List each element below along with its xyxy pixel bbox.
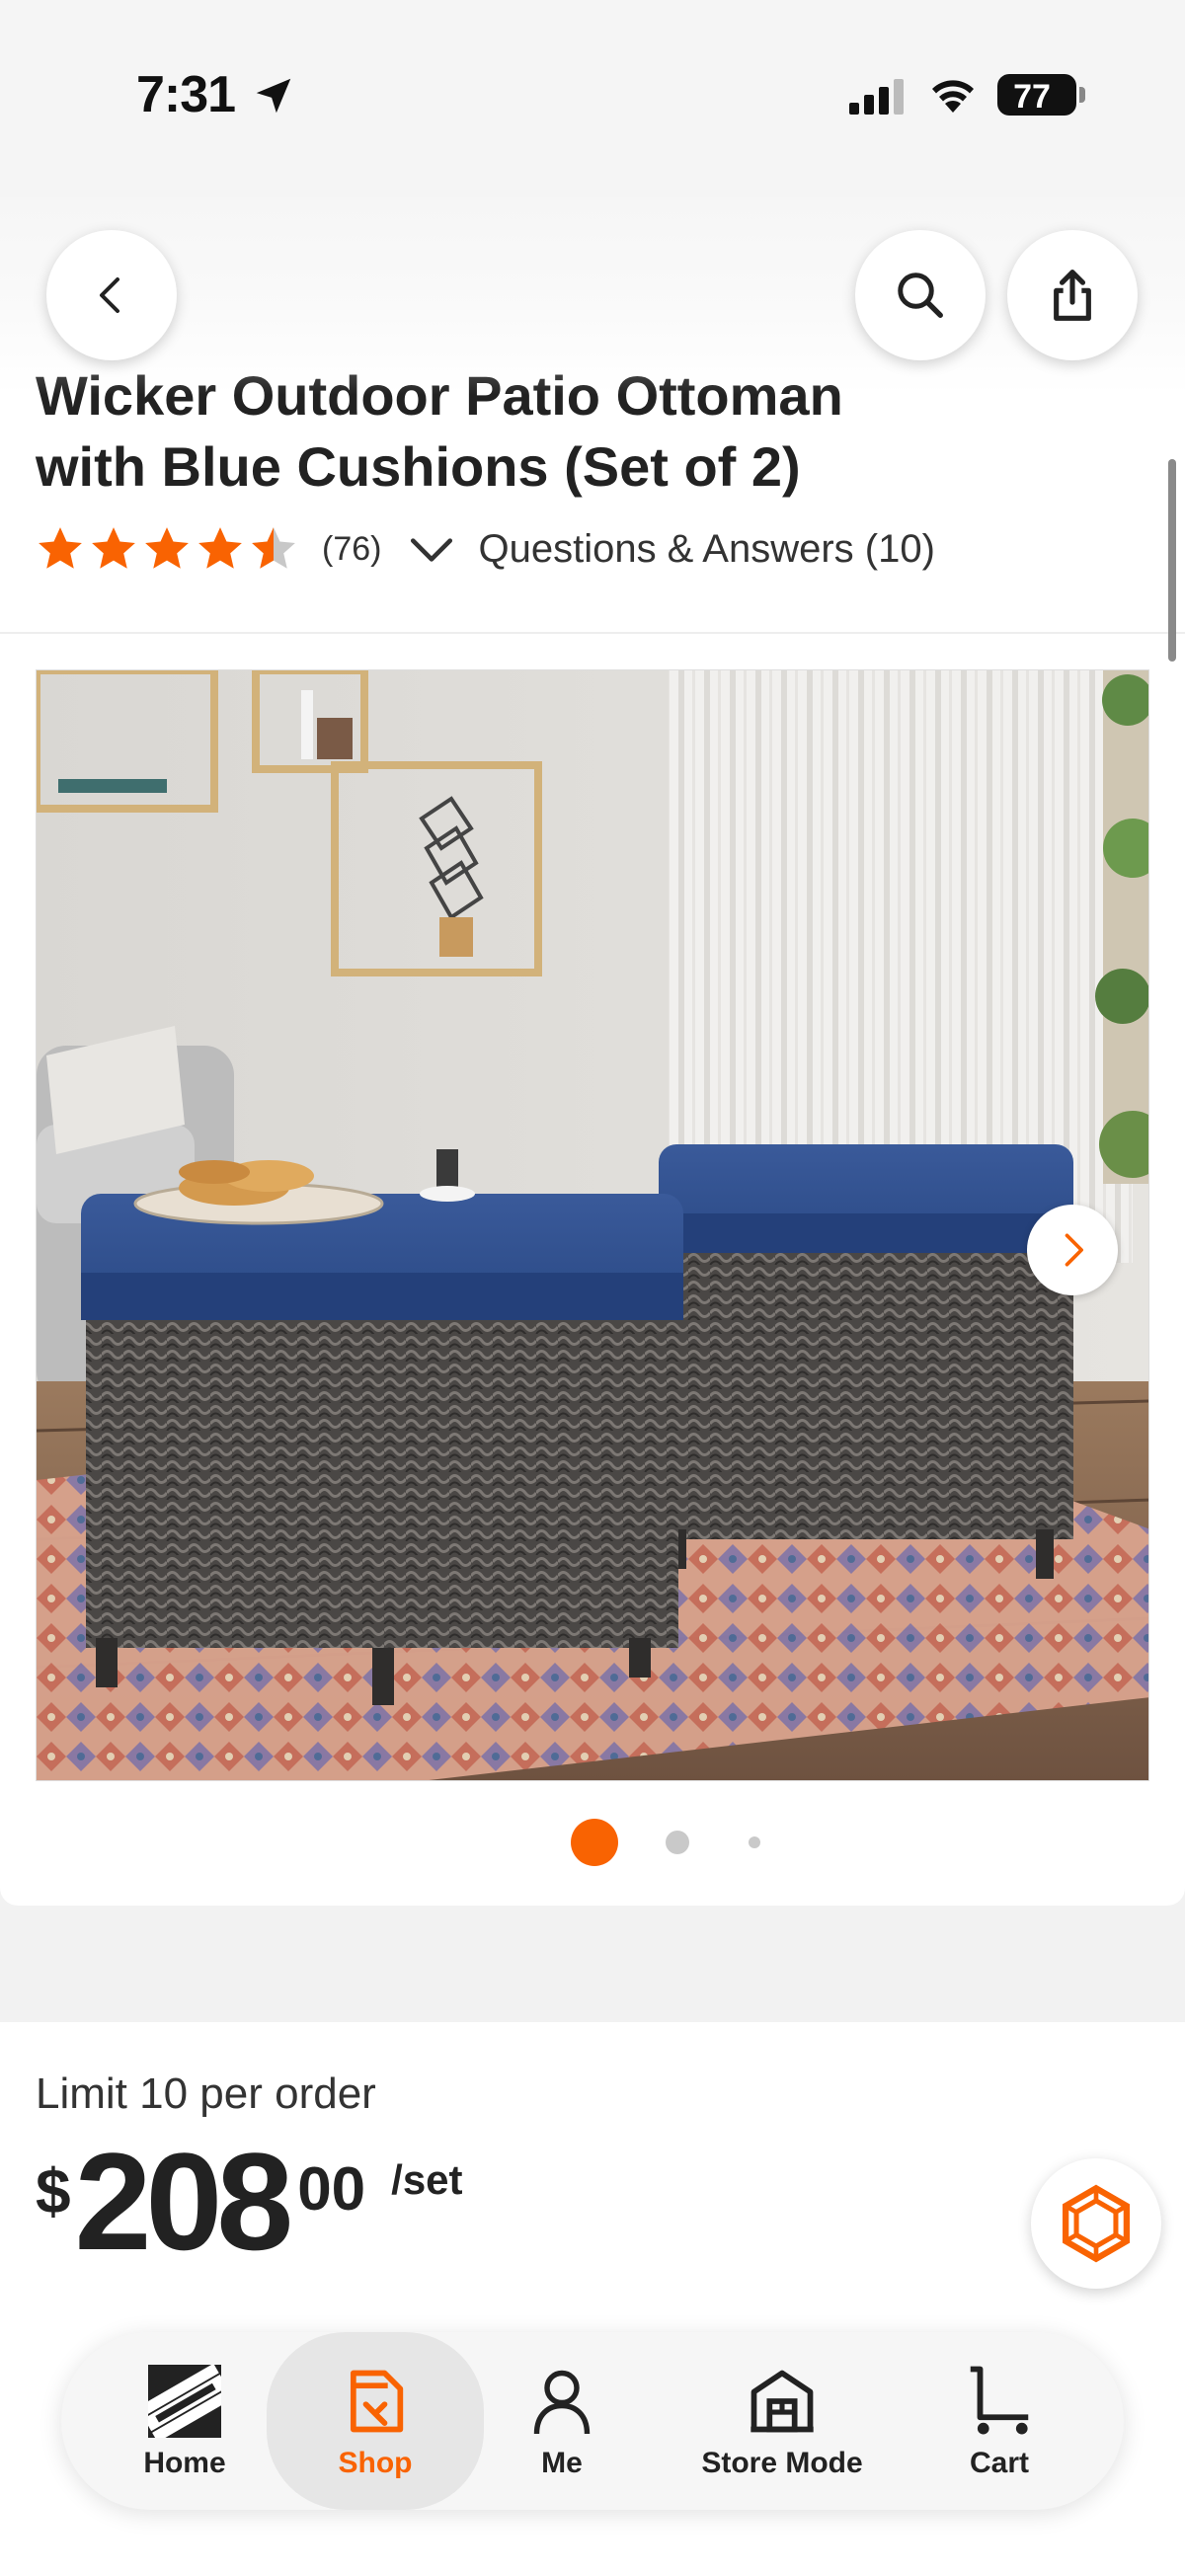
price: $ 208 00 /set: [36, 2133, 463, 2271]
shop-tag-icon: [336, 2362, 415, 2441]
price-dollars: 208: [74, 2124, 294, 2279]
share-icon: [1054, 270, 1091, 321]
chevron-left-icon: [100, 277, 119, 313]
assistant-hexagon-icon: [1062, 2184, 1131, 2263]
back-button[interactable]: [46, 230, 177, 360]
star-full-icon: [198, 527, 242, 569]
search-icon: [898, 273, 943, 318]
gallery-pagination: [0, 1815, 1185, 1870]
wifi-icon: [932, 80, 974, 113]
price-cents: 00: [297, 2155, 366, 2224]
bottom-nav: Home Shop Me Store Mode Cart: [61, 2332, 1124, 2510]
product-title-line2: with Blue Cushions (Set of 2): [36, 435, 801, 498]
status-bar: 7:31 77: [0, 0, 1185, 197]
share-button[interactable]: [1007, 230, 1138, 360]
battery-cap: [1079, 87, 1085, 103]
nav-home[interactable]: Home: [101, 2332, 269, 2510]
questions-answers-link[interactable]: Questions & Answers (10): [478, 527, 934, 572]
product-photo: [37, 670, 1148, 1780]
product-image-gallery[interactable]: [36, 669, 1149, 1781]
battery-icon: 77: [997, 74, 1076, 116]
scroll-indicator[interactable]: [1168, 459, 1176, 662]
rating-count: (76): [322, 529, 382, 568]
gallery-dot[interactable]: [749, 1836, 760, 1848]
nav-store-mode-label: Store Mode: [701, 2447, 863, 2479]
home-depot-logo-icon: [145, 2362, 224, 2441]
chevron-right-icon: [1065, 1233, 1083, 1267]
person-icon: [522, 2362, 601, 2441]
nav-home-label: Home: [143, 2447, 226, 2479]
nav-me[interactable]: Me: [488, 2332, 636, 2510]
nav-store-mode[interactable]: Store Mode: [664, 2332, 901, 2510]
rating-row[interactable]: (76) Questions & Answers (10): [36, 519, 935, 579]
star-full-icon: [145, 527, 189, 569]
nav-shop[interactable]: Shop: [267, 2332, 484, 2510]
nav-cart-label: Cart: [969, 2447, 1029, 2479]
star-full-icon: [92, 527, 135, 569]
nav-shop-label: Shop: [338, 2447, 413, 2479]
assistant-button[interactable]: [1031, 2158, 1161, 2289]
star-rating: [36, 524, 298, 574]
nav-cart[interactable]: Cart: [920, 2332, 1078, 2510]
chevron-down-icon[interactable]: [407, 524, 456, 574]
price-unit: /set: [391, 2156, 463, 2203]
search-button[interactable]: [855, 230, 986, 360]
status-time: 7:31: [136, 66, 236, 123]
gallery-dot[interactable]: [666, 1831, 689, 1854]
battery-level: 77: [1013, 78, 1051, 116]
star-full-icon: [39, 527, 82, 569]
star-half-icon: [252, 527, 295, 569]
store-icon: [743, 2362, 822, 2441]
divider: [0, 632, 1185, 634]
gallery-next-button[interactable]: [1027, 1205, 1118, 1295]
price-currency: $: [36, 2155, 71, 2226]
nav-me-label: Me: [541, 2447, 583, 2479]
order-limit: Limit 10 per order: [36, 2069, 376, 2118]
gallery-dot-active[interactable]: [571, 1819, 618, 1866]
product-card: Wicker Outdoor Patio Ottoman with Blue C…: [0, 197, 1185, 1906]
location-arrow-icon: [256, 78, 291, 114]
cellular-signal-icon: [849, 79, 904, 115]
cart-icon: [960, 2362, 1039, 2441]
